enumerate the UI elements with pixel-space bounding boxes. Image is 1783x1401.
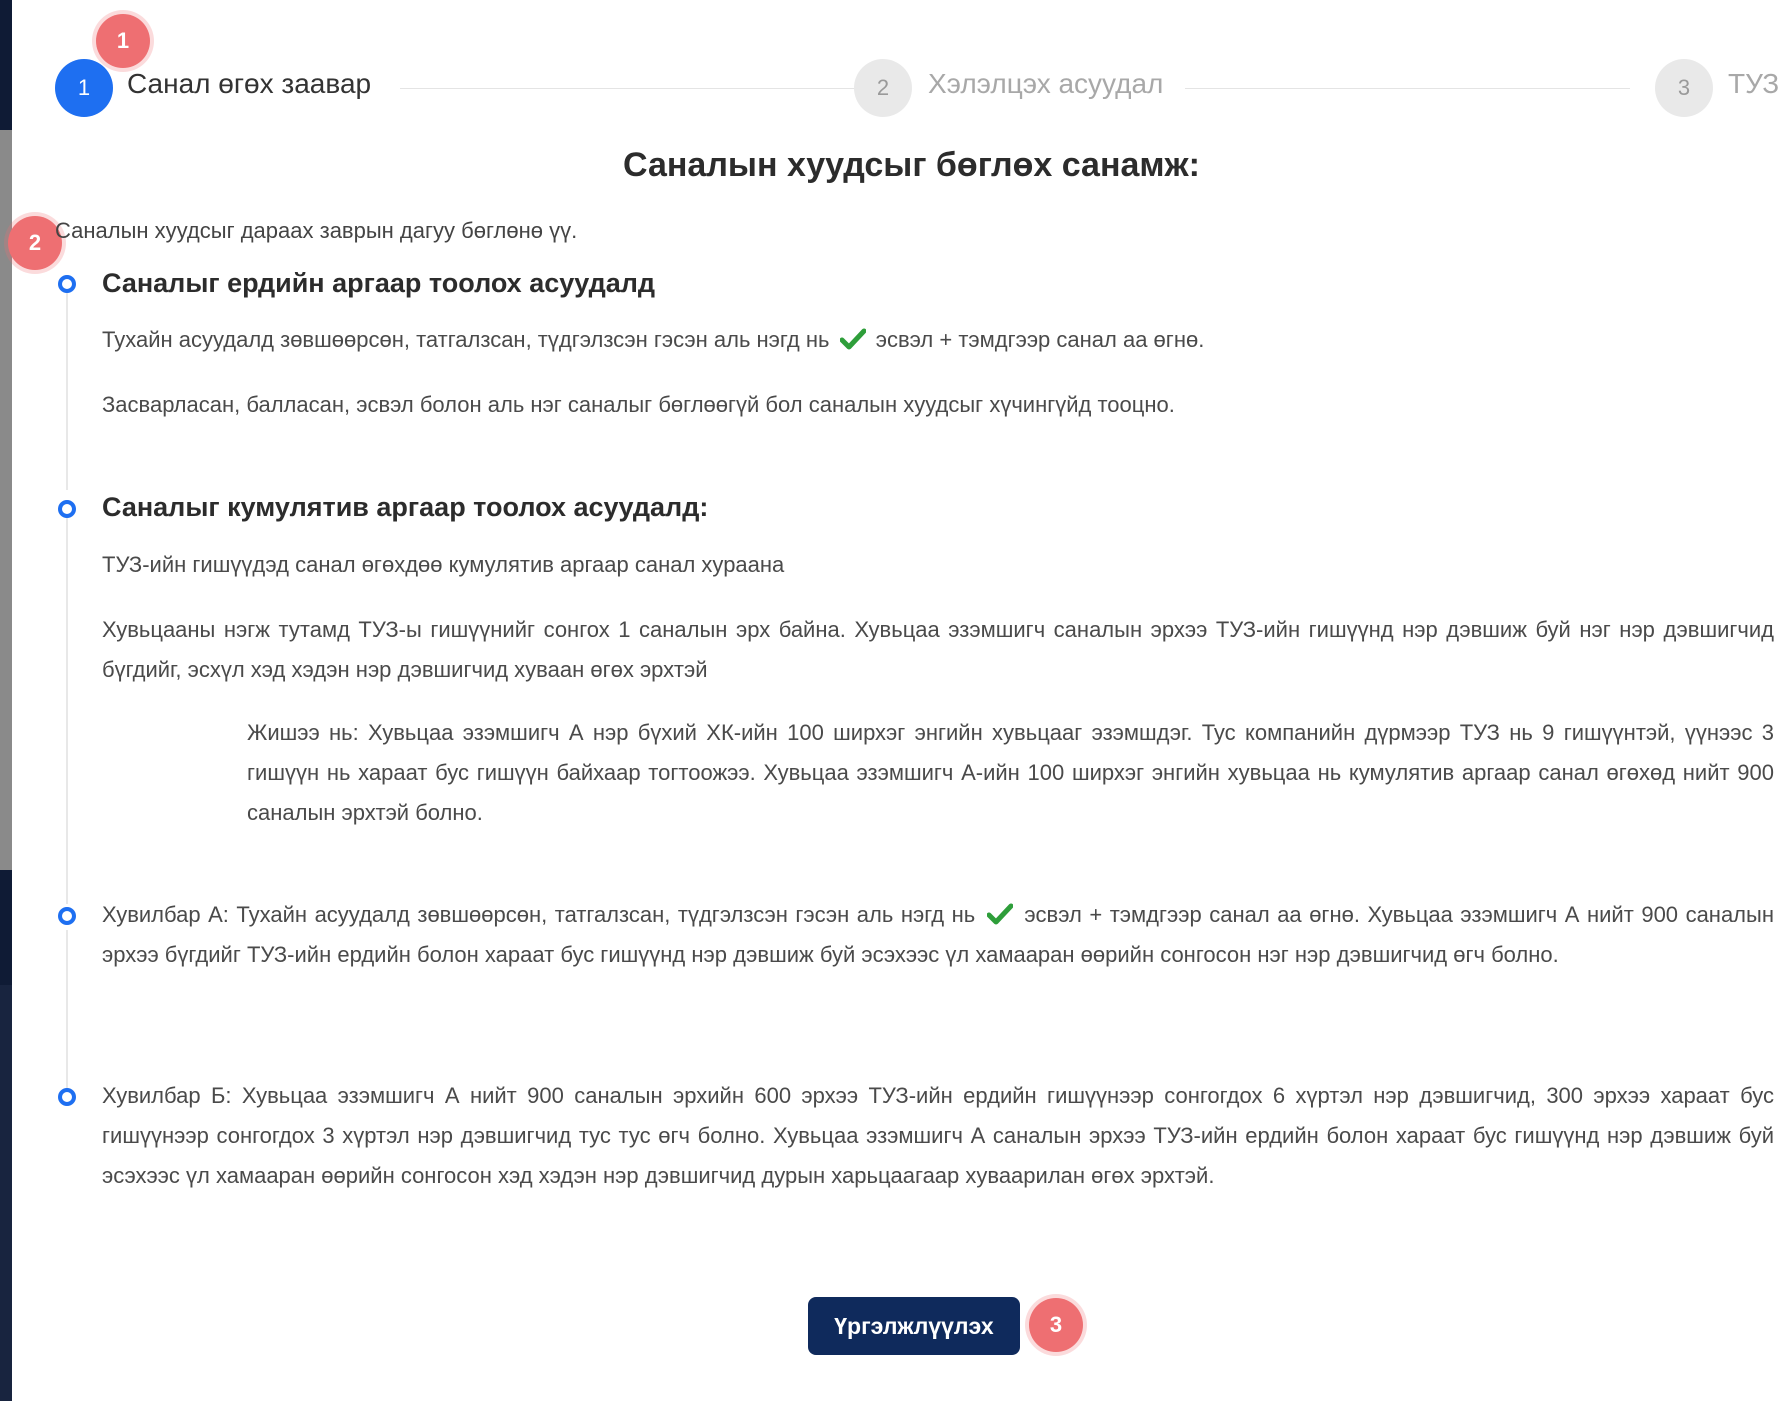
section-ordinary-paragraph-2: Засварласан, балласан, эсвэл болон аль н… [102, 392, 1175, 417]
annotation-marker-1: 1 [96, 14, 150, 68]
paragraph-text: Хувилбар А: Тухайн асуудалд зөвшөөрсөн, … [102, 902, 976, 927]
left-sidebar-edge [0, 0, 12, 1401]
step-connector [1185, 88, 1630, 89]
progress-stepper: 1 Санал өгөх заавар 2 Хэлэлцэх асуудал 3… [55, 54, 1783, 117]
timeline-line [66, 290, 68, 490]
annotation-marker-3: 3 [1029, 1298, 1083, 1352]
page-title: Саналын хуудсыг бөглөх санамж: [623, 146, 1200, 184]
timeline-line [66, 930, 68, 1090]
section-cumulative-paragraph-2: Хувьцааны нэгж тутамд ТУЗ-ы гишүүнийг со… [102, 617, 1774, 682]
section-ordinary-paragraph-1: Тухайн асуудалд зөвшөөрсөн, татгалзсан, … [102, 320, 1774, 360]
annotation-marker-2: 2 [8, 216, 62, 270]
step-2-label[interactable]: Хэлэлцэх асуудал [928, 68, 1163, 100]
step-2-circle[interactable]: 2 [854, 59, 912, 117]
step-1-label[interactable]: Санал өгөх заавар [127, 68, 371, 100]
option-b-text: Хувилбар Б: Хувьцаа эзэмшигч А нийт 900 … [102, 1083, 1774, 1188]
timeline-dot [58, 1088, 76, 1106]
step-connector [400, 88, 875, 89]
timeline-line [66, 516, 68, 904]
section-heading-ordinary: Саналыг ердийн аргаар тоолох асуудалд [102, 268, 656, 298]
sidebar-edge-segment [0, 985, 12, 1401]
timeline-dot [58, 500, 76, 518]
step-1-circle[interactable]: 1 [55, 59, 113, 117]
step-3-circle[interactable]: 3 [1655, 59, 1713, 117]
step-3-label[interactable]: ТУЗ [1728, 68, 1779, 100]
intro-text: Саналын хуудсыг дараах заврын дагуу бөгл… [55, 218, 578, 243]
timeline-dot [58, 907, 76, 925]
example-block: Жишээ нь: Хувьцаа эзэмшигч А нэр бүхий Х… [247, 720, 1774, 825]
timeline-dot [58, 275, 76, 293]
paragraph-text: Тухайн асуудалд зөвшөөрсөн, татгалзсан, … [102, 327, 830, 352]
paragraph-text: эсвэл + тэмдгээр санал аа өгнө. [875, 327, 1205, 352]
section-heading-cumulative: Саналыг кумулятив аргаар тоолох асуудалд… [102, 492, 709, 522]
checkmark-icon [986, 903, 1013, 925]
option-a-text: Хувилбар А: Тухайн асуудалд зөвшөөрсөн, … [102, 895, 1774, 975]
checkmark-icon [839, 328, 866, 350]
section-cumulative-paragraph-1: ТУЗ-ийн гишүүдэд санал өгөхдөө кумулятив… [102, 552, 785, 577]
continue-button[interactable]: Үргэлжлүүлэх [808, 1297, 1020, 1355]
